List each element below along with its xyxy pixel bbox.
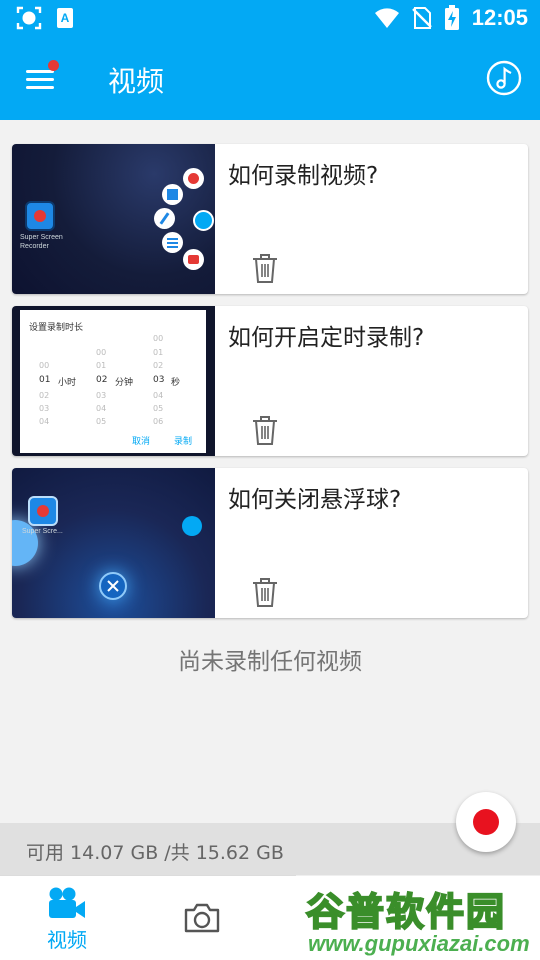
video-title: 如何开启定时录制? [228, 325, 425, 351]
watermark-logo: 谷普软件园 www.gupuxiazai.com [296, 875, 540, 960]
minute-value: 03 [96, 391, 107, 400]
record-dot-icon [183, 168, 204, 189]
second-value: 05 [153, 404, 164, 413]
hour-unit: 小时 [58, 378, 77, 388]
video-camera-icon [193, 210, 214, 231]
trash-icon [253, 416, 277, 445]
hour-value: 04 [39, 417, 50, 426]
delete-button[interactable] [251, 576, 279, 608]
menu-button[interactable] [22, 60, 62, 96]
second-value: 03 [153, 375, 165, 385]
video-camera-icon [49, 887, 85, 918]
video-thumbnail[interactable]: 设置录制时长 00 01 小时 02 03 04 00 01 02 分钟 03 … [12, 306, 215, 456]
record-button[interactable] [456, 792, 516, 852]
second-value: 06 [153, 417, 164, 426]
video-title: 如何关闭悬浮球? [228, 487, 402, 513]
minute-unit: 分钟 [115, 378, 134, 388]
brush-icon [154, 208, 175, 229]
second-unit: 秒 [171, 378, 181, 388]
grid-icon [162, 184, 183, 205]
hour-value: 00 [39, 361, 50, 370]
close-icon [99, 572, 127, 600]
minute-value: 00 [96, 348, 107, 357]
settings-sliders-icon [162, 232, 183, 253]
video-thumbnail[interactable]: Super Scre... [12, 468, 215, 618]
video-card[interactable]: Super Scre... 如何关闭悬浮球? [12, 468, 528, 618]
video-card[interactable]: Super Screen Recorder 如何录制视频? [12, 144, 528, 294]
dialog-title: 设置录制时长 [29, 323, 84, 333]
dialog-confirm-label: 录制 [174, 437, 193, 447]
thumbnail-caption: Super Scre... [22, 528, 63, 535]
storage-info: 可用 14.07 GB /共 15.62 GB [26, 842, 284, 864]
status-bar: A 12:05 [0, 0, 540, 36]
nav-photos-tab[interactable] [170, 876, 234, 960]
hamburger-line [26, 78, 54, 81]
empty-recordings-message: 尚未录制任何视频 [178, 649, 362, 675]
notification-dot [48, 60, 59, 71]
hour-value: 03 [39, 404, 50, 413]
svg-text:A: A [61, 11, 70, 25]
dialog-cancel-label: 取消 [132, 437, 151, 447]
video-card[interactable]: 设置录制时长 00 01 小时 02 03 04 00 01 02 分钟 03 … [12, 306, 528, 456]
hour-value: 02 [39, 391, 50, 400]
watermark-title: 谷普软件园 [305, 889, 507, 935]
hamburger-line [26, 86, 54, 89]
second-value: 01 [153, 348, 164, 357]
app-logo-icon [25, 201, 55, 231]
video-camera-icon [182, 516, 202, 536]
minute-value: 04 [96, 404, 107, 413]
app-logo-icon [28, 496, 58, 526]
trash-icon [253, 254, 277, 283]
battery-charging-icon [444, 5, 459, 30]
close-cross-icon [107, 580, 119, 592]
screen-record-icon [16, 6, 42, 30]
video-thumbnail[interactable]: Super Screen Recorder [12, 144, 215, 294]
second-value: 02 [153, 361, 164, 370]
thumbnail-caption: Recorder [20, 243, 49, 250]
nav-videos-label: 视频 [47, 928, 87, 952]
clock: 12:05 [471, 5, 528, 30]
minute-value: 01 [96, 361, 107, 370]
minute-value: 05 [96, 417, 107, 426]
camera-icon [184, 903, 220, 933]
video-title: 如何录制视频? [228, 163, 379, 189]
music-button[interactable] [486, 60, 522, 96]
minute-value: 02 [96, 375, 108, 385]
delete-button[interactable] [251, 252, 279, 284]
delete-button[interactable] [251, 414, 279, 446]
second-value: 04 [153, 391, 164, 400]
record-dot-icon [473, 809, 499, 835]
floating-ball-icon [12, 520, 38, 566]
no-sim-icon [411, 7, 432, 29]
hamburger-menu-icon [26, 70, 54, 73]
nav-videos-tab[interactable]: 视频 [30, 876, 104, 960]
duration-dialog-preview: 设置录制时长 00 01 小时 02 03 04 00 01 02 分钟 03 … [20, 310, 206, 453]
trash-icon [253, 578, 277, 607]
app-bar: 视频 [0, 36, 540, 120]
music-note-icon [486, 60, 522, 96]
thumbnail-caption: Super Screen [20, 234, 63, 241]
hour-value: 01 [39, 375, 51, 385]
page-title: 视频 [108, 65, 165, 98]
keyboard-a-icon: A [57, 8, 73, 28]
second-value: 00 [153, 334, 164, 343]
watermark-url: www.gupuxiazai.com [308, 931, 530, 956]
camera-icon [183, 249, 204, 270]
wifi-icon [374, 8, 399, 28]
